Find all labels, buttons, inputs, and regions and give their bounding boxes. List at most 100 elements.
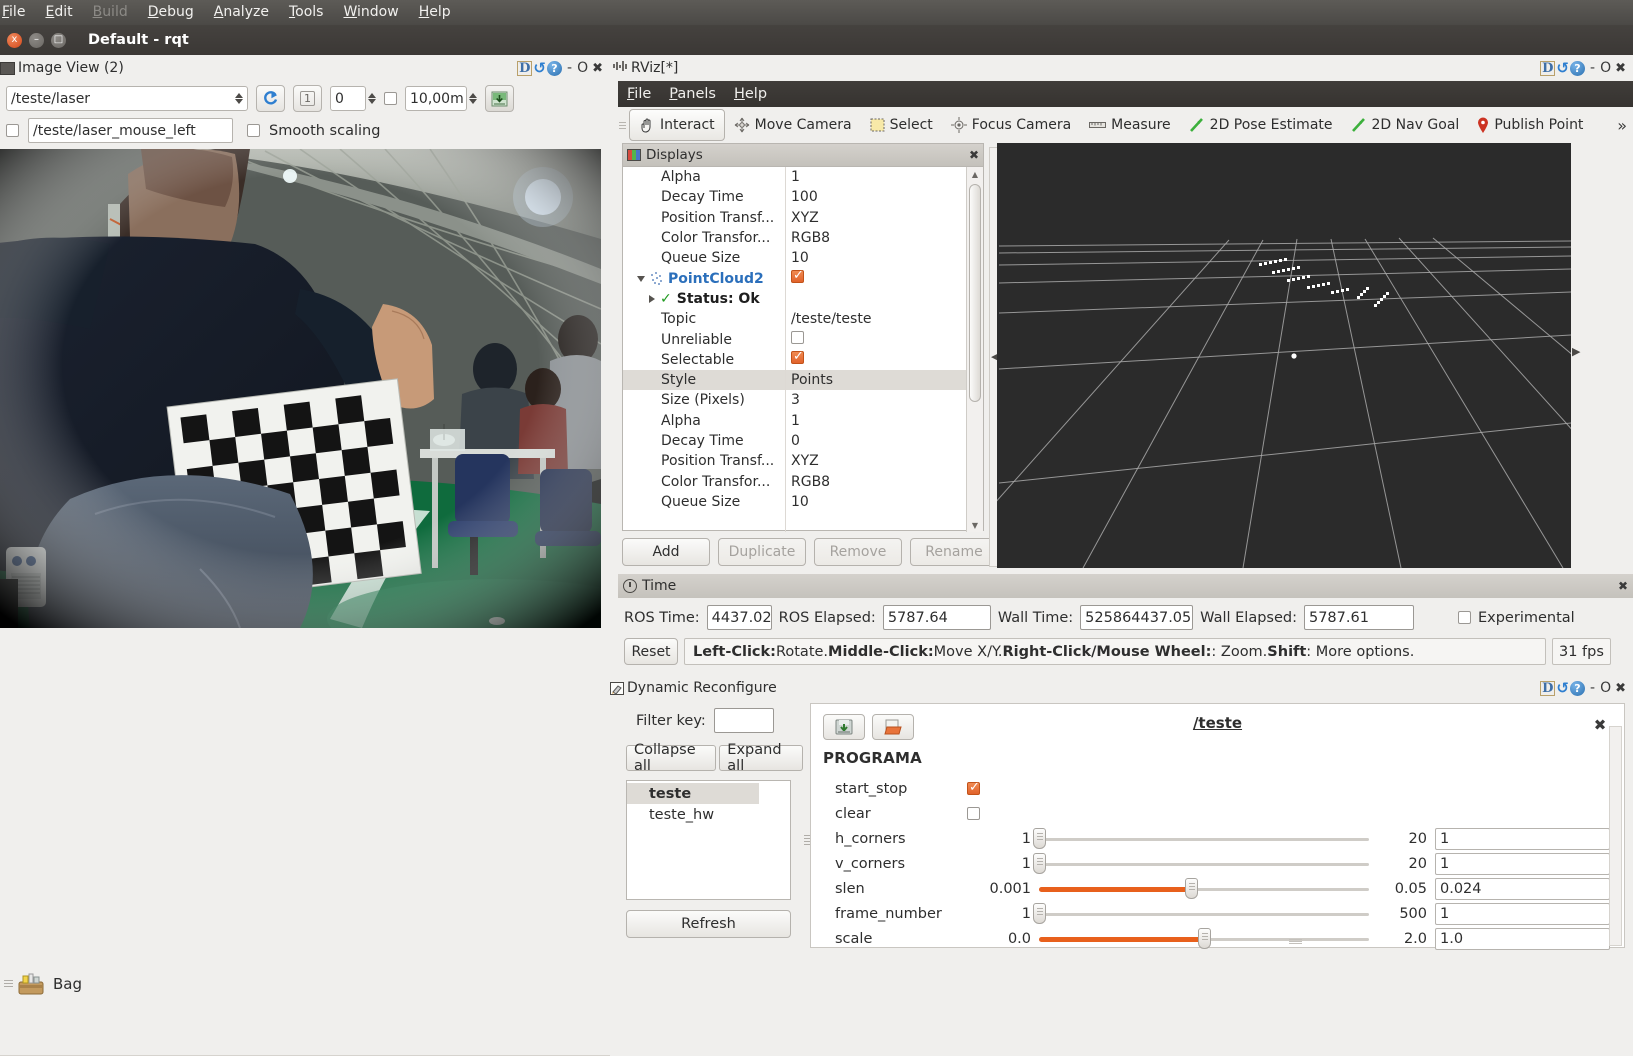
help-icon[interactable]: ? (547, 60, 562, 76)
node-list[interactable]: teste teste_hw (626, 780, 791, 900)
display-row-value[interactable] (785, 349, 983, 368)
rviz-menu-panels[interactable]: Panels (660, 81, 725, 107)
row-checkbox[interactable] (791, 268, 804, 284)
tool-publish-point[interactable]: Publish Point (1468, 110, 1592, 140)
display-row-value[interactable]: 0 (785, 433, 983, 449)
window-minimize-button[interactable]: – (29, 32, 44, 48)
time-value-ros-elapsed[interactable]: 5787.64 (882, 605, 991, 630)
display-row-value[interactable] (785, 331, 983, 348)
slider-handle[interactable] (1033, 902, 1046, 924)
param-slider-h_corners[interactable] (1033, 827, 1369, 849)
tool-select[interactable]: Select (861, 110, 942, 140)
param-slider-slen[interactable] (1039, 877, 1369, 899)
menu-window[interactable]: Window (333, 0, 408, 25)
display-row-value[interactable]: /teste/teste (785, 311, 983, 327)
tool-2d-nav-goal[interactable]: 2D Nav Goal (1342, 110, 1469, 140)
time-panel-close-icon[interactable]: ✖ (1618, 579, 1628, 593)
rotate-toggle-button[interactable]: 1 (293, 85, 322, 112)
3d-view[interactable] (997, 143, 1571, 568)
display-row[interactable]: Color Transfor... RGB8 (623, 228, 983, 248)
slider-handle[interactable] (1184, 877, 1198, 899)
max-range-spinbox[interactable]: 10,00m (405, 86, 477, 111)
menu-debug[interactable]: Debug (138, 0, 204, 25)
param-slider-v_corners[interactable] (1033, 852, 1369, 874)
dynamic-range-checkbox[interactable] (384, 92, 397, 105)
menu-analyze[interactable]: Analyze (204, 0, 279, 25)
dynrec-scrollbar[interactable] (1609, 726, 1622, 946)
display-row-value[interactable]: XYZ (785, 210, 983, 226)
dock-maximize-icon[interactable]: O (1600, 680, 1611, 696)
tool-focus-camera[interactable]: Focus Camera (942, 110, 1080, 140)
displays-close-icon[interactable]: ✖ (969, 148, 979, 162)
rotation-value[interactable]: 0 (330, 86, 366, 111)
dock-close-icon[interactable]: ✖ (592, 61, 603, 76)
display-row-value[interactable]: 3 (785, 392, 983, 408)
param-slider-scale[interactable] (1039, 927, 1369, 949)
spinner-arrows-icon[interactable] (368, 93, 376, 104)
display-row[interactable]: Selectable (623, 349, 983, 370)
refresh-nodes-button[interactable]: Refresh (626, 910, 791, 938)
display-row-value[interactable]: 1 (785, 413, 983, 429)
slider-handle[interactable] (1198, 927, 1211, 949)
refresh-icon[interactable]: ↺ (1556, 679, 1569, 697)
display-row[interactable]: Alpha 1 (623, 411, 983, 431)
window-maximize-button[interactable]: □ (51, 32, 66, 48)
display-row[interactable]: Size (Pixels) 3 (623, 390, 983, 410)
display-row[interactable]: Decay Time 0 (623, 431, 983, 451)
save-image-button[interactable] (485, 85, 514, 112)
expand-arrow-icon[interactable] (637, 275, 645, 282)
max-range-value[interactable]: 10,00m (405, 86, 467, 111)
display-row[interactable]: Decay Time 100 (623, 187, 983, 207)
row-checkbox[interactable] (791, 331, 804, 345)
scroll-up-icon[interactable]: ▲ (967, 167, 983, 181)
time-value-ros-time[interactable]: 4437.02 (706, 605, 772, 630)
camera-image[interactable] (0, 149, 601, 628)
mouse-topic-checkbox[interactable] (6, 124, 19, 137)
spinner-arrows-icon[interactable] (469, 93, 477, 104)
displays-tree[interactable]: Alpha 1 Decay Time 100 Position Transf... XYZ… (623, 167, 983, 532)
node-list-item[interactable]: teste (627, 783, 759, 804)
scroll-down-icon[interactable]: ▼ (967, 518, 983, 532)
refresh-icon[interactable]: ↺ (1556, 59, 1569, 77)
dock-minimize-icon[interactable]: - (1590, 60, 1595, 76)
collapse-all-button[interactable]: Collapse all (626, 742, 717, 774)
expand-all-button[interactable]: Expand all (719, 742, 803, 774)
slider-handle[interactable] (1033, 827, 1046, 849)
window-close-button[interactable]: x (7, 32, 22, 48)
experimental-checkbox[interactable] (1457, 611, 1471, 624)
param-checkbox-start_stop[interactable] (967, 780, 980, 795)
param-value-v_corners[interactable]: 1 (1435, 852, 1610, 875)
param-value-slen[interactable]: 0.024 (1435, 877, 1610, 900)
reset-button[interactable]: Reset (624, 638, 678, 665)
tool-measure[interactable]: Measure (1080, 110, 1180, 140)
slider-handle[interactable] (1033, 852, 1046, 874)
help-icon[interactable]: ? (1570, 60, 1585, 76)
param-checkbox-clear[interactable] (967, 807, 980, 820)
toolbar-overflow-icon[interactable]: » (1617, 116, 1627, 135)
display-row-value[interactable]: 1 (785, 169, 983, 185)
time-value-wall-time[interactable]: 525864437.05 (1080, 605, 1194, 630)
rviz-menu-help[interactable]: Help (725, 81, 776, 107)
dock-float-icon[interactable]: D (517, 60, 533, 76)
display-row[interactable]: ✓ Status: Ok (623, 289, 983, 309)
menu-edit[interactable]: Edit (35, 0, 82, 25)
right-collapse-arrow-icon[interactable]: ▶ (1572, 345, 1580, 358)
tool-move-camera[interactable]: Move Camera (725, 110, 861, 140)
dock-maximize-icon[interactable]: O (577, 60, 588, 76)
expand-arrow-icon[interactable] (649, 294, 655, 303)
tool-interact[interactable]: Interact (629, 109, 725, 141)
displays-scrollbar[interactable]: ▲ ▼ (966, 167, 983, 532)
node-list-item[interactable]: teste_hw (627, 804, 790, 825)
dock-close-icon[interactable]: ✖ (1615, 681, 1626, 696)
display-row-value[interactable]: 10 (785, 494, 983, 510)
add-button[interactable]: Add (622, 538, 710, 566)
topic-combobox[interactable]: /teste/laser (6, 86, 248, 111)
display-row-value[interactable]: 100 (785, 189, 983, 205)
display-row[interactable]: Alpha 1 (623, 167, 983, 187)
dock-minimize-icon[interactable]: - (567, 60, 572, 76)
display-row-value[interactable]: 10 (785, 250, 983, 266)
dock-minimize-icon[interactable]: - (1590, 680, 1595, 696)
display-row[interactable]: Color Transfor... RGB8 (623, 471, 983, 491)
display-row[interactable]: Queue Size 10 (623, 248, 983, 268)
resize-grip-icon[interactable] (1289, 939, 1302, 944)
